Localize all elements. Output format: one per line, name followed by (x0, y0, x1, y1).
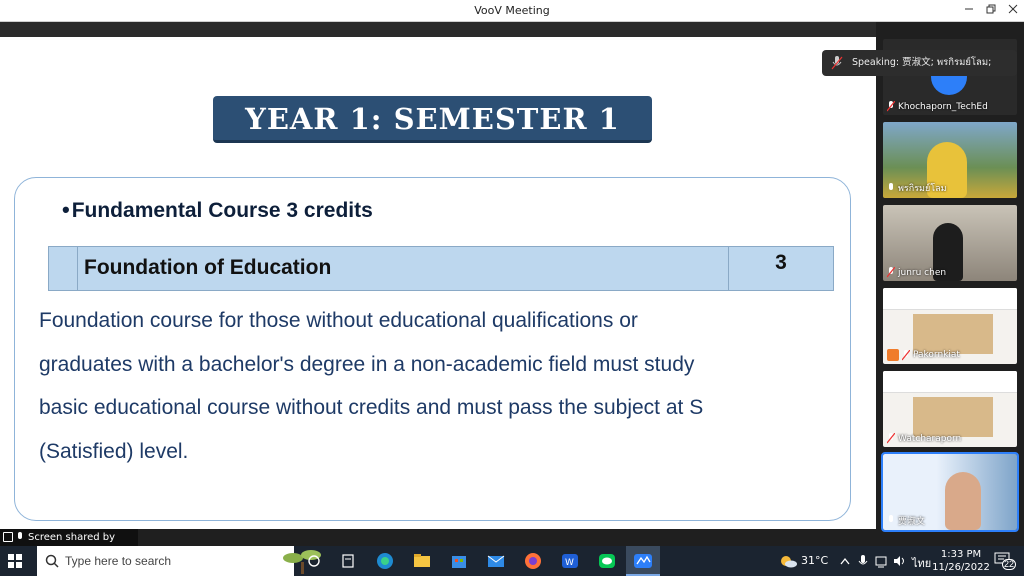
description-line: graduates with a bachelor's degree in a … (39, 352, 695, 376)
course-table-spacer (49, 247, 78, 290)
weather-temperature[interactable]: 31°C (801, 554, 828, 567)
bullet-heading: •Fundamental Course 3 credits (62, 197, 373, 223)
chevron-up-icon[interactable] (838, 551, 852, 571)
search-icon (45, 554, 59, 568)
line-app-icon[interactable] (596, 551, 618, 571)
bullet-dot: • (62, 197, 70, 222)
participant-name: Pakornkiat (913, 350, 960, 360)
course-description: Foundation course for those without educ… (39, 299, 839, 473)
microphone-icon[interactable] (856, 551, 870, 571)
mail-icon[interactable] (485, 551, 507, 571)
taskbar-clock[interactable]: 1:33 PM 11/26/2022 (930, 548, 992, 574)
description-line: Foundation course for those without educ… (39, 309, 638, 332)
voov-meeting-icon (634, 554, 652, 568)
window-titlebar: VooV Meeting (0, 0, 1024, 22)
edge-browser-icon[interactable] (374, 551, 396, 571)
minimize-icon (965, 8, 973, 10)
participant-name-row: Khochaporn_TechEd (887, 101, 988, 112)
windows-start-icon[interactable] (8, 554, 22, 568)
shared-schedule-thumbnail (883, 288, 1017, 310)
course-table: Foundation of Education 3 (48, 246, 834, 291)
notification-badge: 22 (1002, 559, 1017, 570)
participant-name-row: junru chen (887, 267, 946, 278)
building-image (913, 314, 993, 354)
windows-taskbar: Type here to search W 31°C ไทย 1:33 PM 1… (0, 546, 1024, 576)
participant-tile[interactable]: พรกิรมย์โลม (883, 122, 1017, 198)
participant-tile[interactable]: Pakornkiat (883, 288, 1017, 364)
participant-name: 贾淑文 (898, 517, 926, 527)
svg-text:W: W (565, 558, 574, 568)
mic-muted-icon (887, 267, 895, 278)
store-icon[interactable] (448, 551, 470, 571)
mic-icon (831, 56, 843, 70)
window-title: VooV Meeting (474, 4, 550, 17)
screen-share-icon (3, 532, 13, 542)
close-button[interactable] (1002, 2, 1024, 20)
restore-icon (986, 4, 996, 14)
input-language[interactable]: ไทย (912, 554, 931, 572)
search-placeholder: Type here to search (65, 554, 172, 568)
slide-title-banner: YEAR 1: SEMESTER 1 (213, 96, 652, 143)
close-icon (1008, 4, 1018, 14)
shared-slide: YEAR 1: SEMESTER 1 •Fundamental Course 3… (0, 37, 876, 529)
course-credits: 3 (775, 251, 787, 274)
mic-muted-icon (887, 101, 895, 112)
mic-muted-icon (887, 433, 895, 444)
participant-name-row: พรกิรมย์โลม (887, 181, 947, 195)
video-feed (945, 472, 981, 530)
volume-icon[interactable] (892, 551, 906, 571)
taskbar-active-app[interactable] (626, 546, 660, 576)
screen-share-indicator[interactable]: Screen shared by พรก... (0, 529, 138, 560)
slide-title: YEAR 1: SEMESTER 1 (245, 102, 620, 136)
clock-time: 1:33 PM (940, 549, 982, 560)
user-icon (887, 349, 899, 361)
speaking-indicator: Speaking: 贾淑文; พรกิรมย์โลม; (822, 50, 1017, 76)
bullet-text: Fundamental Course 3 credits (71, 199, 373, 222)
mic-icon (18, 532, 22, 539)
participant-name-row: Watcharaporn (887, 433, 961, 444)
file-explorer-icon[interactable] (411, 551, 433, 571)
participant-tile[interactable]: Watcharaporn (883, 371, 1017, 447)
description-line: basic educational course without credits… (39, 396, 704, 419)
participant-name: พรกิรมย์โลม (898, 184, 947, 194)
mic-icon (889, 182, 893, 190)
widgets-icon[interactable] (337, 551, 359, 571)
network-icon[interactable] (874, 551, 888, 571)
notification-center-button[interactable]: 22 (994, 552, 1020, 572)
mic-icon (889, 515, 893, 522)
webex-icon[interactable]: W (559, 551, 581, 571)
participant-name: Khochaporn_TechEd (898, 101, 988, 112)
clock-date: 11/26/2022 (932, 562, 990, 573)
mic-muted-icon (902, 349, 910, 360)
participant-tile[interactable]: junru chen (883, 205, 1017, 281)
shared-schedule-thumbnail (883, 371, 1017, 393)
building-image (913, 397, 993, 437)
speaking-label: Speaking: 贾淑文; พรกิรมย์โลม; (852, 57, 992, 68)
participant-tile-active-speaker[interactable]: 贾淑文 (881, 452, 1019, 532)
taskbar-search-box[interactable]: Type here to search (37, 546, 321, 576)
participant-name-row: 贾淑文 (887, 514, 925, 527)
description-line: (Satisfied) level. (39, 439, 189, 463)
participant-name: Watcharaporn (898, 433, 962, 444)
participant-name-row: Pakornkiat (887, 349, 960, 361)
minimize-button[interactable] (958, 2, 980, 20)
task-view-icon[interactable] (303, 551, 325, 571)
participant-name: junru chen (898, 267, 947, 278)
firefox-icon[interactable] (522, 551, 544, 571)
top-toolbar-strip (0, 22, 876, 37)
course-name: Foundation of Education (78, 247, 729, 290)
restore-button[interactable] (980, 2, 1002, 20)
weather-icon[interactable] (777, 551, 799, 571)
